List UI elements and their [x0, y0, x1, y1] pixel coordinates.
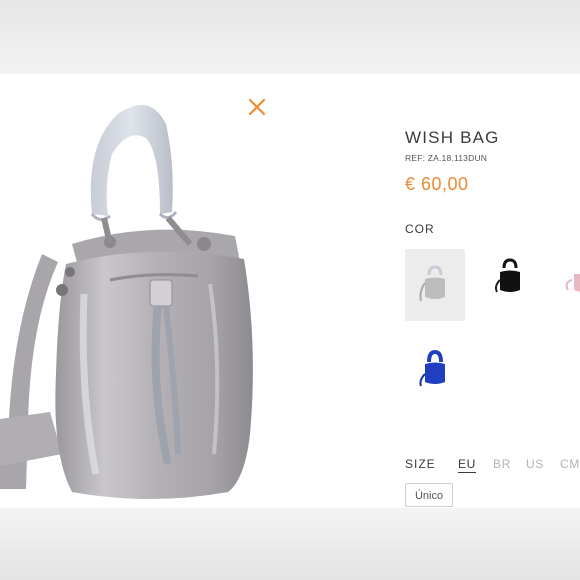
pink-bag-thumbnail: [565, 274, 580, 292]
product-info-panel: WISH BAG REF: ZA.18.113DUN € 60,00 COR S…: [405, 74, 580, 508]
product-title: WISH BAG: [405, 128, 500, 147]
product-ref: REF: ZA.18.113DUN: [405, 153, 488, 163]
product-image: [0, 105, 253, 499]
size-system-br[interactable]: BR: [493, 457, 511, 471]
color-swatch-blue[interactable]: [405, 334, 465, 406]
product-price: € 60,00: [405, 174, 469, 194]
color-label: COR: [405, 222, 435, 236]
color-swatch-grey[interactable]: [405, 249, 465, 321]
close-icon[interactable]: [246, 96, 268, 118]
black-bag-thumbnail: [495, 258, 520, 293]
color-swatch-pink[interactable]: [560, 242, 580, 314]
blue-bag-thumbnail: [419, 350, 445, 387]
size-system-us[interactable]: US: [526, 457, 544, 471]
color-swatch-black[interactable]: [480, 242, 540, 314]
size-label: SIZE: [405, 457, 436, 471]
size-system-eu[interactable]: EU: [458, 457, 476, 473]
size-row: SIZE EU BR US CM: [405, 457, 580, 473]
product-quick-view-modal: WISH BAG REF: ZA.18.113DUN € 60,00 COR S…: [0, 74, 580, 508]
size-system-cm[interactable]: CM: [560, 457, 580, 471]
size-option-unico[interactable]: Único: [405, 483, 453, 507]
backdrop-bottom: [0, 508, 580, 580]
grey-bag-thumbnail: [419, 265, 445, 302]
backdrop-top: [0, 0, 580, 74]
